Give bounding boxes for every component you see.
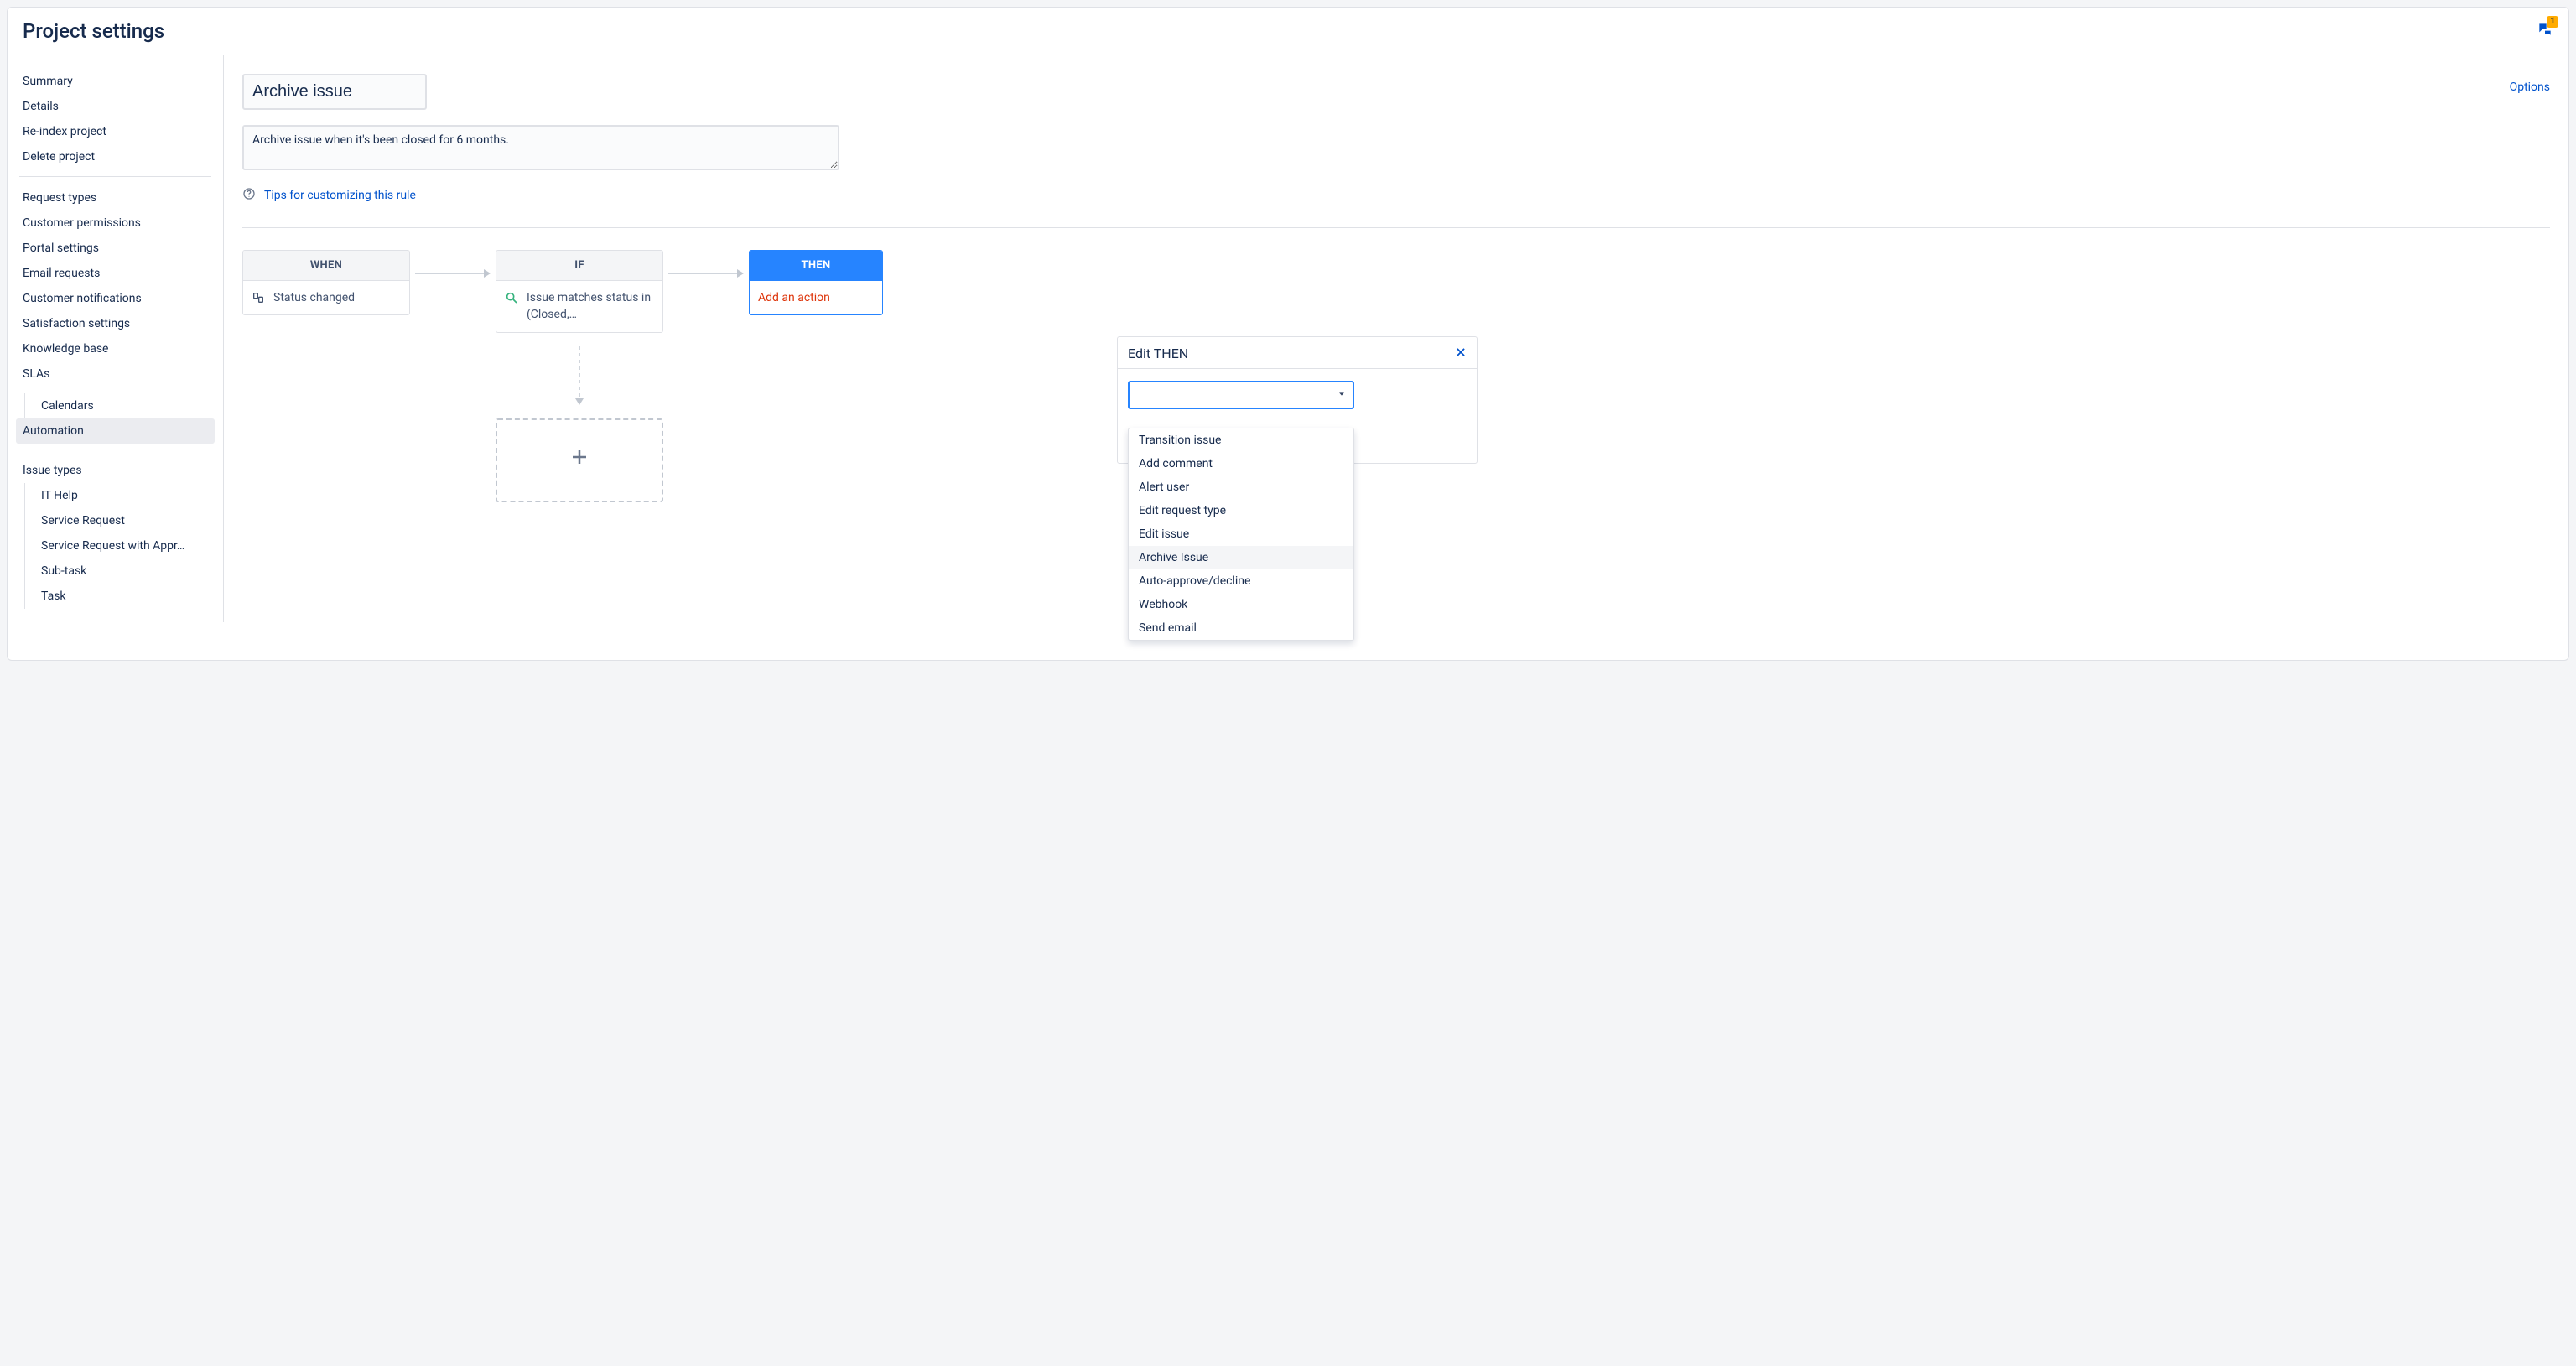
notification-button[interactable]: 1 (2537, 21, 2553, 41)
sidebar-item[interactable]: Customer notifications (16, 286, 215, 311)
sidebar-item[interactable]: Customer permissions (16, 210, 215, 236)
sidebar-item[interactable]: Service Request with Appr… (34, 533, 215, 558)
rule-name-input[interactable] (242, 74, 427, 110)
sidebar-divider (19, 176, 211, 177)
page-title: Project settings (23, 19, 164, 43)
if-heading: IF (496, 251, 662, 281)
arrow-right-icon (410, 257, 496, 290)
dropdown-option[interactable]: Send email (1129, 616, 1353, 640)
sidebar-item[interactable]: Re-index project (16, 119, 215, 144)
dropdown-option[interactable]: Transition issue (1129, 428, 1353, 452)
sidebar-item[interactable]: Task (34, 584, 215, 609)
dropdown-option[interactable]: Webhook (1129, 593, 1353, 616)
panel-title: Edit THEN (1128, 345, 1188, 361)
sidebar-item[interactable]: Satisfaction settings (16, 311, 215, 336)
action-select[interactable] (1128, 381, 1354, 409)
search-icon (505, 291, 518, 304)
if-text: Issue matches status in (Closed,… (527, 289, 654, 324)
dropdown-option[interactable]: Add comment (1129, 452, 1353, 475)
help-icon (242, 187, 256, 204)
sidebar-item-automation[interactable]: Automation (16, 418, 215, 444)
status-icon (252, 291, 265, 304)
arrow-down-icon (574, 346, 584, 405)
dropdown-option[interactable]: Auto-approve/decline (1129, 569, 1353, 593)
rule-description-input[interactable] (242, 125, 839, 170)
options-link[interactable]: Options (2510, 74, 2550, 94)
body: SummaryDetailsRe-index projectDelete pro… (8, 55, 2568, 622)
arrow-right-icon (663, 257, 749, 290)
panel-divider (1118, 368, 1477, 369)
then-block[interactable]: THEN Add an action (749, 250, 883, 315)
sidebar-item[interactable]: Sub-task (34, 558, 215, 584)
notification-badge: 1 (2547, 16, 2558, 28)
sidebar-item[interactable]: IT Help (34, 483, 215, 508)
sidebar-item[interactable]: Summary (16, 69, 215, 94)
sidebar-item[interactable]: SLAs (16, 361, 215, 387)
sidebar-item[interactable]: Knowledge base (16, 336, 215, 361)
sidebar-item[interactable]: Details (16, 94, 215, 119)
topbar: Project settings 1 (8, 8, 2568, 55)
chevron-down-icon (1337, 388, 1346, 402)
sidebar-heading-issue-types: Issue types (16, 458, 215, 483)
dropdown-option[interactable]: Archive Issue (1129, 546, 1353, 569)
sidebar-item[interactable]: Calendars (34, 393, 215, 418)
sidebar-item[interactable]: Email requests (16, 261, 215, 286)
sidebar-item[interactable]: Portal settings (16, 236, 215, 261)
add-condition-button[interactable] (496, 418, 663, 502)
sidebar-item[interactable]: Service Request (34, 508, 215, 533)
edit-then-panel: Edit THEN Transition issueAdd commentAle… (1117, 336, 1478, 464)
sidebar: SummaryDetailsRe-index projectDelete pro… (8, 55, 224, 622)
when-heading: WHEN (243, 251, 409, 281)
if-block[interactable]: IF Issue matches status in (Closed,… (496, 250, 663, 333)
plus-icon (569, 447, 589, 473)
tips-link[interactable]: Tips for customizing this rule (264, 189, 416, 202)
dropdown-option[interactable]: Edit request type (1129, 499, 1353, 522)
app-window: Project settings 1 SummaryDetailsRe-inde… (7, 7, 2569, 661)
then-heading: THEN (750, 251, 882, 281)
when-block[interactable]: WHEN Status changed (242, 250, 410, 315)
dropdown-option[interactable]: Edit issue (1129, 522, 1353, 546)
rule-header-row: Options (242, 74, 2550, 110)
action-dropdown: Transition issueAdd commentAlert userEdi… (1128, 428, 1354, 641)
content: Options Tips for customizing this rule W… (224, 55, 2568, 622)
sidebar-item[interactable]: Request types (16, 185, 215, 210)
rule-divider (242, 227, 2550, 228)
when-text: Status changed (273, 289, 355, 306)
sidebar-item[interactable]: Delete project (16, 144, 215, 169)
dropdown-option[interactable]: Alert user (1129, 475, 1353, 499)
feedback-icon (2537, 28, 2553, 41)
then-text: Add an action (758, 289, 830, 306)
close-icon[interactable] (1455, 345, 1467, 361)
